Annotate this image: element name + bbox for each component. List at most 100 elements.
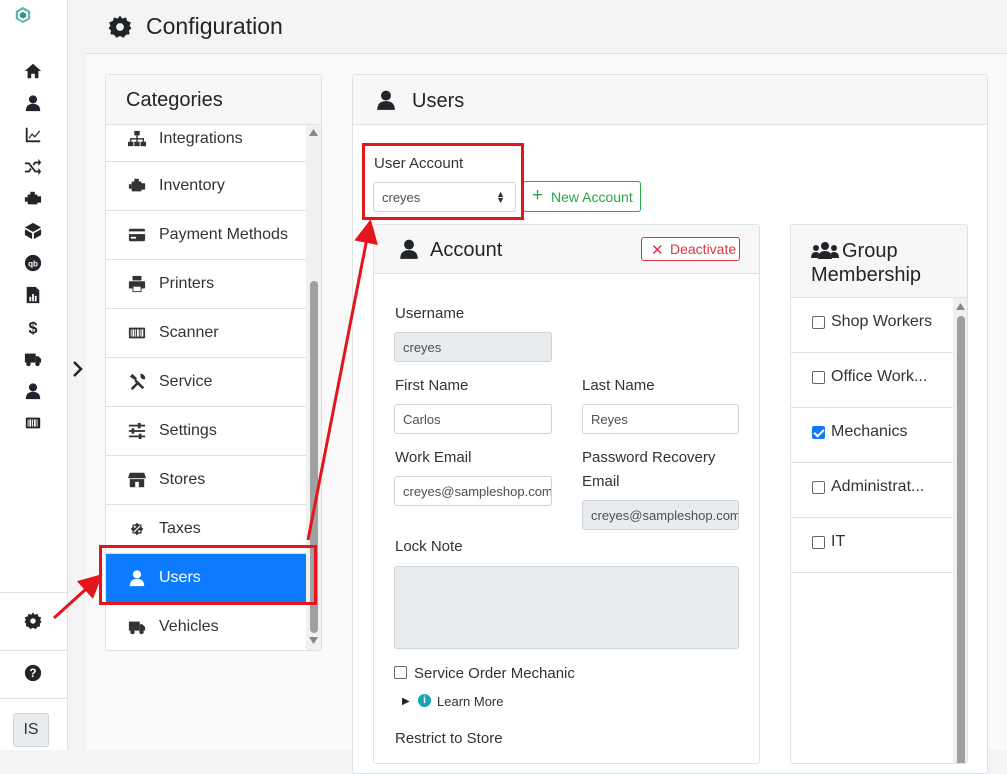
close-icon: ✕ [651,242,664,259]
scroll-up-icon[interactable] [956,303,965,310]
last-name-label: Last Name [582,377,655,394]
work-email-label: Work Email [395,449,472,466]
group-label: Shop Workers [831,313,933,330]
group-label: Administrat... [831,478,925,495]
category-item-scanner[interactable]: Scanner [106,309,306,358]
scrollbar-thumb[interactable] [957,316,965,763]
work-email-field[interactable]: creyes@sampleshop.com [394,476,552,506]
box-icon[interactable] [24,222,44,242]
sliders-icon [128,422,146,440]
category-item-users[interactable]: Users [106,554,306,603]
category-item-service[interactable]: Service [106,358,306,407]
group-item-mechanics[interactable]: Mechanics [791,408,953,463]
group-label: IT [831,533,846,550]
deactivate-button[interactable]: ✕ Deactivate [641,237,740,261]
category-item-integrations[interactable]: Integrations [106,112,306,162]
gear-icon[interactable] [24,612,44,632]
new-account-button[interactable]: + New Account [523,181,641,212]
group-checkbox[interactable] [812,536,825,549]
credit-card-icon [128,226,146,244]
user-icon [375,89,397,111]
engine-icon [128,177,146,195]
printer-icon [128,275,146,293]
engine-icon[interactable] [24,190,44,210]
recovery-email-field[interactable]: creyes@sampleshop.com [582,500,739,530]
chart-line-icon[interactable] [24,126,44,146]
gear-icon [108,15,132,39]
group-item-it[interactable]: IT [791,518,953,573]
shuffle-icon[interactable] [24,158,44,178]
category-label: Service [159,373,213,390]
category-label: Vehicles [159,618,219,635]
group-item-administrators[interactable]: Administrat... [791,463,953,518]
deactivate-label: Deactivate [670,241,737,257]
category-label: Users [159,569,201,586]
new-account-label: New Account [551,189,633,205]
app-logo[interactable] [14,6,54,46]
svg-text:?: ? [29,667,36,680]
group-checkbox[interactable] [812,481,825,494]
scroll-down-icon[interactable] [309,637,318,644]
category-label: Stores [159,471,206,488]
user-account-select[interactable]: creyes ▲ ▼ [373,182,516,212]
users-title: Users [412,90,465,112]
category-label: Settings [159,422,217,439]
group-membership-header: Group Membership [791,225,967,298]
svg-text:qb: qb [28,260,38,269]
user-account-label: User Account [374,155,464,172]
category-item-vehicles[interactable]: Vehicles [106,603,306,650]
last-name-field[interactable]: Reyes [582,404,739,434]
chevron-right-icon[interactable] [70,358,86,380]
categories-title: Categories [126,89,223,111]
category-label: Printers [159,275,215,292]
group-item-shop-workers[interactable]: Shop Workers [791,298,953,353]
select-arrows-icon: ▲ ▼ [496,189,505,205]
percent-icon [128,520,146,538]
group-label: Office Work... [831,368,928,385]
category-item-taxes[interactable]: Taxes [106,505,306,554]
group-checkbox[interactable] [812,371,825,384]
group-membership-card: Group Membership Shop Workers Office Wor… [790,224,968,764]
help-icon[interactable]: ? [24,664,44,684]
user-icon[interactable] [24,382,44,402]
group-item-office-workers[interactable]: Office Work... [791,353,953,408]
first-name-label: First Name [395,377,469,394]
first-name-field[interactable]: Carlos [394,404,552,434]
scrollbar-thumb[interactable] [310,281,318,633]
category-item-settings[interactable]: Settings [106,407,306,456]
group-membership-title-2: Membership [811,264,922,286]
rail-divider [0,698,68,699]
barcode-icon[interactable] [24,414,44,434]
service-order-mechanic-checkbox[interactable] [394,666,407,679]
rail-divider [0,650,68,651]
account-title: Account [430,239,503,261]
scroll-up-icon[interactable] [309,129,318,136]
store-icon [128,471,146,489]
category-label: Integrations [159,130,243,147]
plus-icon: + [532,185,544,206]
group-scrollbar[interactable] [953,298,967,763]
category-label: Payment Methods [159,226,288,243]
report-icon[interactable] [24,286,44,306]
lock-note-textarea[interactable] [394,566,739,649]
avatar[interactable]: IS [13,713,49,747]
group-label: Mechanics [831,423,908,440]
group-checkbox[interactable] [812,316,825,329]
page-title: Configuration [146,13,283,39]
disclosure-triangle-icon[interactable]: ▶ [402,696,410,707]
home-icon[interactable] [24,62,44,82]
quickbooks-icon[interactable]: qb [24,254,44,274]
categories-scrollbar[interactable] [306,125,321,650]
username-field[interactable]: creyes [394,332,552,362]
dollar-icon[interactable]: $ [24,318,44,338]
user-icon[interactable] [24,94,44,114]
group-checkbox-checked[interactable] [812,426,825,439]
users-icon [811,241,839,261]
category-item-inventory[interactable]: Inventory [106,162,306,211]
category-item-stores[interactable]: Stores [106,456,306,505]
category-label: Taxes [159,520,201,537]
category-item-payment-methods[interactable]: Payment Methods [106,211,306,260]
truck-icon[interactable] [24,350,44,370]
learn-more-link[interactable]: Learn More [437,694,503,709]
category-item-printers[interactable]: Printers [106,260,306,309]
